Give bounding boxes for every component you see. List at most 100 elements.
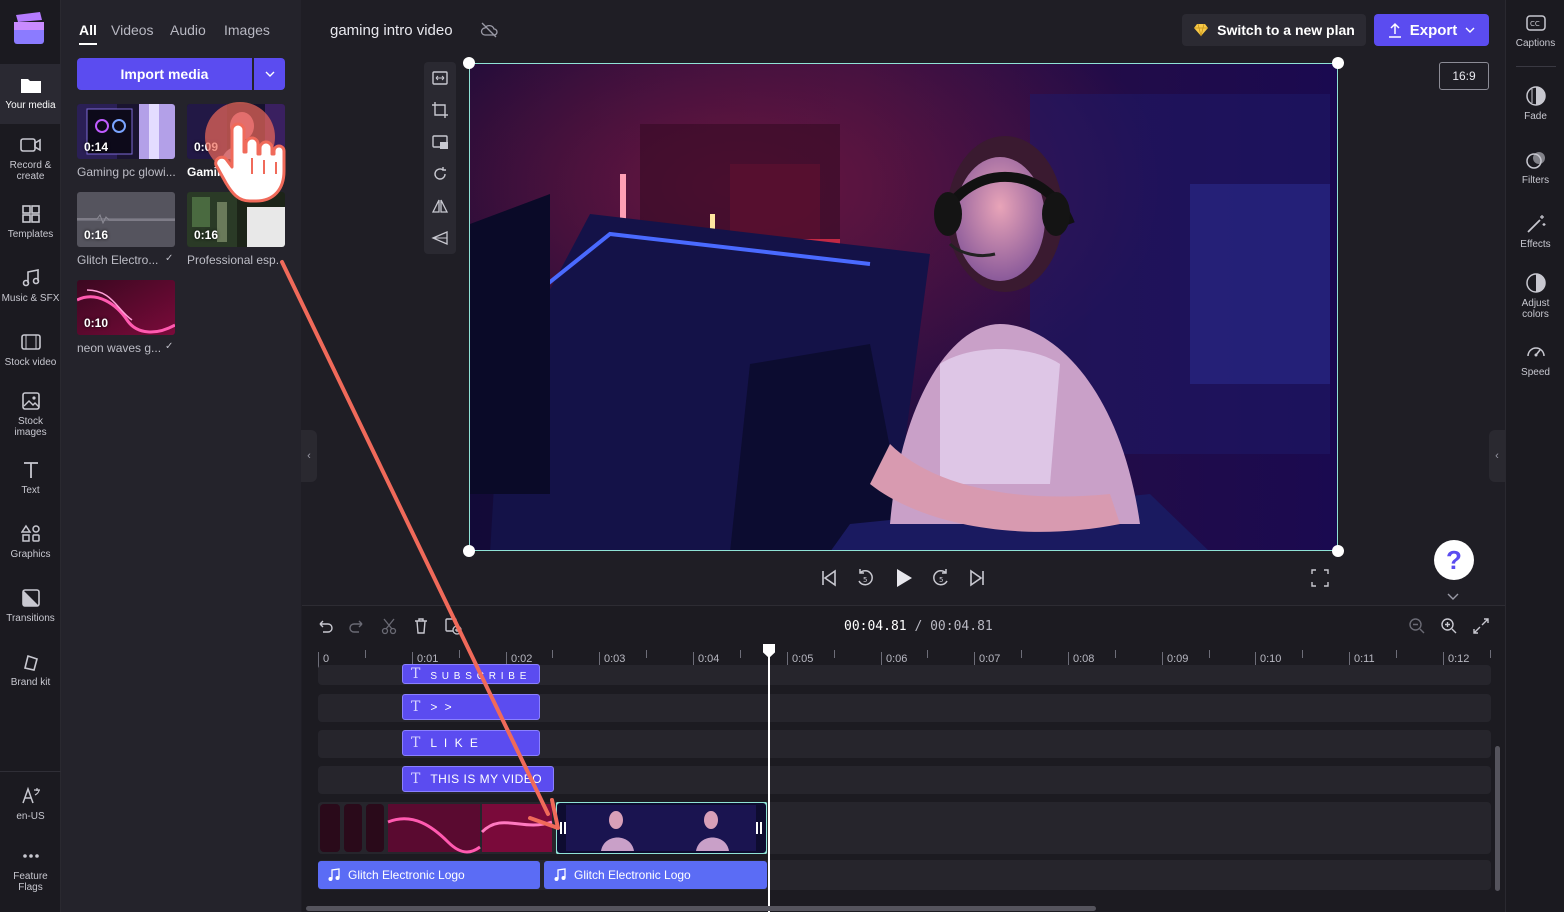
- aspect-ratio-button[interactable]: 16:9: [1439, 62, 1489, 90]
- play-icon[interactable]: [892, 567, 914, 589]
- resize-handle[interactable]: [1332, 57, 1344, 69]
- rail-item-captions[interactable]: CC Captions: [1506, 12, 1564, 49]
- tab-images[interactable]: Images: [224, 22, 270, 38]
- adjust-colors-icon: [1525, 272, 1547, 294]
- import-media-button[interactable]: Import media: [77, 58, 252, 90]
- rail-item-templates[interactable]: Templates: [0, 203, 61, 263]
- text-clip[interactable]: T THIS IS MY VIDEO: [402, 766, 554, 792]
- audio-clip[interactable]: Glitch Electronic Logo: [318, 861, 540, 889]
- rail-item-record-create[interactable]: Record & create: [0, 134, 61, 194]
- fit-timeline-icon[interactable]: [1472, 617, 1490, 635]
- rail-item-feature-flags[interactable]: Feature Flags: [0, 845, 61, 905]
- ruler-minor-tick: [1396, 650, 1397, 658]
- preview-toolbar: [424, 62, 456, 254]
- rail-item-language[interactable]: en-US: [0, 785, 61, 845]
- rail-divider: [0, 771, 61, 772]
- media-thumbnail[interactable]: 0:16: [187, 192, 285, 247]
- music-icon: [20, 267, 42, 289]
- total-time: / 00:04.81: [914, 619, 993, 634]
- vertical-scrollbar[interactable]: [1495, 746, 1500, 891]
- zoom-in-icon[interactable]: [1440, 617, 1458, 635]
- right-properties-rail: CC Captions Fade Filters Effects Adjust …: [1505, 0, 1564, 912]
- zoom-out-icon[interactable]: [1408, 617, 1426, 635]
- resize-handle[interactable]: [1332, 545, 1344, 557]
- rail-item-label: Stock images: [14, 416, 47, 438]
- horizontal-scrollbar[interactable]: [306, 906, 1096, 911]
- ruler-minor-tick: [1209, 650, 1210, 658]
- rail-item-effects[interactable]: Effects: [1506, 213, 1564, 250]
- rail-item-label: en-US: [16, 811, 45, 822]
- text-clip[interactable]: T > >: [402, 694, 540, 720]
- text-clip[interactable]: T L I K E: [402, 730, 540, 756]
- rail-item-stock-images[interactable]: Stock images: [0, 390, 61, 450]
- resize-handle[interactable]: [463, 545, 475, 557]
- rail-item-label: Graphics: [10, 549, 51, 560]
- rewind-5s-icon[interactable]: 5: [854, 567, 876, 589]
- rail-item-music-sfx[interactable]: Music & SFX: [0, 267, 61, 327]
- duplicate-icon[interactable]: [444, 617, 462, 635]
- rail-item-fade[interactable]: Fade: [1506, 85, 1564, 122]
- ruler-minor-tick: [459, 650, 460, 658]
- flip-vertical-icon[interactable]: [431, 229, 449, 247]
- video-clip-gaming[interactable]: [556, 802, 767, 854]
- skip-to-start-icon[interactable]: [818, 567, 840, 589]
- crop-icon[interactable]: [431, 101, 449, 119]
- split-icon[interactable]: [380, 617, 398, 635]
- captions-icon: CC: [1525, 12, 1547, 34]
- collapse-left-panel-button[interactable]: ‹: [301, 430, 317, 482]
- rail-item-label: Fade: [1524, 111, 1547, 122]
- undo-icon[interactable]: [316, 617, 334, 635]
- help-button[interactable]: ?: [1434, 540, 1474, 580]
- pip-icon[interactable]: [431, 133, 449, 151]
- rail-item-filters[interactable]: Filters: [1506, 149, 1564, 186]
- media-thumbnail[interactable]: 0:10: [77, 280, 175, 335]
- tab-all[interactable]: All: [79, 22, 97, 45]
- audio-clip-label: Glitch Electronic Logo: [574, 868, 691, 882]
- language-icon: [20, 785, 42, 807]
- shapes-icon: [20, 523, 42, 545]
- text-clip[interactable]: T S U B S C R I B E: [402, 664, 540, 684]
- project-title[interactable]: gaming intro video: [330, 22, 453, 39]
- svg-text:5: 5: [863, 576, 867, 584]
- resize-handle[interactable]: [463, 57, 475, 69]
- import-options-button[interactable]: [254, 58, 285, 90]
- skip-to-end-icon[interactable]: [966, 567, 988, 589]
- rail-item-your-media[interactable]: Your media: [0, 64, 61, 124]
- rail-item-speed[interactable]: Speed: [1506, 341, 1564, 378]
- fit-icon[interactable]: [431, 69, 449, 87]
- redo-icon[interactable]: [348, 617, 366, 635]
- tab-videos[interactable]: Videos: [111, 22, 154, 38]
- video-clip-neon-waves[interactable]: [318, 802, 554, 854]
- rail-item-label: Text: [21, 485, 40, 496]
- rail-item-label: Transitions: [6, 613, 55, 624]
- film-icon: [20, 331, 42, 353]
- text-icon: T: [411, 735, 421, 751]
- rail-item-transitions[interactable]: Transitions: [0, 587, 61, 647]
- tab-audio[interactable]: Audio: [170, 22, 206, 38]
- rail-item-stock-video[interactable]: Stock video: [0, 331, 61, 391]
- audio-clip[interactable]: Glitch Electronic Logo: [544, 861, 767, 889]
- rail-item-label: Effects: [1520, 239, 1551, 250]
- media-thumbnail[interactable]: 0:09: [187, 104, 285, 159]
- rotate-icon[interactable]: [431, 165, 449, 183]
- media-thumbnail[interactable]: 0:14: [77, 104, 175, 159]
- rail-item-graphics[interactable]: Graphics: [0, 523, 61, 583]
- app-logo[interactable]: [12, 12, 46, 46]
- collapse-right-panel-button[interactable]: ‹: [1489, 430, 1505, 482]
- rail-item-brand-kit[interactable]: Brand kit: [0, 651, 61, 711]
- fullscreen-icon[interactable]: [1310, 568, 1330, 588]
- playhead[interactable]: [768, 646, 770, 912]
- chevron-down-icon[interactable]: [1447, 593, 1459, 601]
- delete-icon[interactable]: [412, 617, 430, 635]
- rail-item-label: Templates: [7, 229, 54, 240]
- rail-item-text[interactable]: Text: [0, 459, 61, 519]
- export-button[interactable]: Export: [1374, 14, 1489, 46]
- cloud-off-icon[interactable]: [480, 21, 498, 39]
- media-thumbnail[interactable]: 0:16: [77, 192, 175, 247]
- flip-horizontal-icon[interactable]: [431, 197, 449, 215]
- forward-5s-icon[interactable]: 5: [930, 567, 952, 589]
- rail-item-adjust-colors[interactable]: Adjust colors: [1506, 272, 1564, 320]
- upload-icon: [1388, 22, 1401, 38]
- video-preview-canvas[interactable]: [469, 63, 1338, 551]
- switch-plan-button[interactable]: Switch to a new plan: [1182, 14, 1366, 46]
